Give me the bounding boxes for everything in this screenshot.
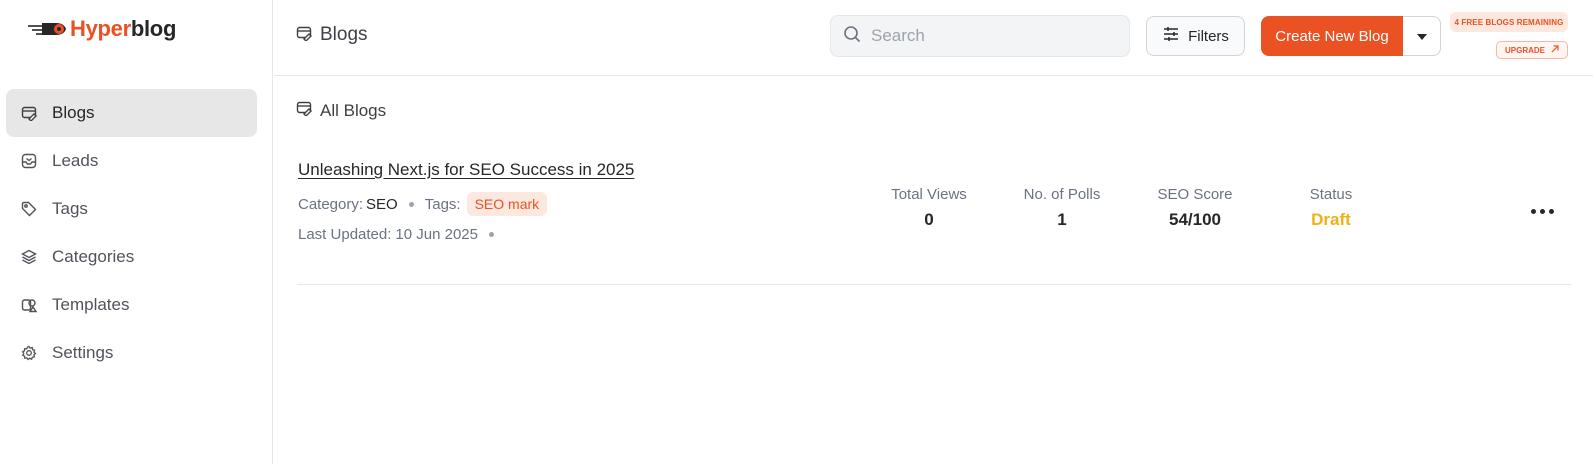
- dot: [1530, 208, 1536, 214]
- logo-text: Hyperblog: [70, 16, 176, 42]
- section-title: All Blogs: [296, 100, 386, 121]
- sidebar-item-label: Leads: [52, 151, 99, 170]
- free-blogs-remaining-badge: 4 FREE BLOGS REMAINING: [1450, 12, 1568, 32]
- sidebar-item-label: Tags: [52, 199, 88, 218]
- dot: [1539, 208, 1545, 214]
- blog-icon: [296, 25, 312, 46]
- blog-icon: [296, 100, 312, 121]
- blog-updated-row: Last Updated: 10 Jun 2025: [298, 226, 505, 243]
- sidebar-item-tags[interactable]: Tags: [6, 185, 257, 233]
- stat-label: No. of Polls: [1023, 186, 1101, 203]
- tag-icon: [20, 200, 38, 218]
- stat-label: Total Views: [891, 186, 967, 203]
- upgrade-button[interactable]: UPGRADE: [1496, 41, 1568, 59]
- blog-card[interactable]: Unleashing Next.js for SEO Success in 20…: [297, 144, 1572, 285]
- tag-badge: SEO mark: [466, 192, 548, 216]
- sidebar-item-templates[interactable]: Templates: [6, 281, 257, 329]
- stat-seo-score: SEO Score 54/100: [1155, 186, 1235, 230]
- template-icon: [20, 296, 38, 314]
- gear-icon: [20, 344, 38, 362]
- dot: [1548, 208, 1554, 214]
- page-title-label: Blogs: [320, 24, 368, 45]
- create-new-blog-button[interactable]: Create New Blog: [1261, 16, 1403, 56]
- stat-label: SEO Score: [1157, 186, 1233, 203]
- upgrade-label: UPGRADE: [1504, 45, 1545, 55]
- sidebar-item-label: Templates: [52, 295, 130, 314]
- updated-label: Last Updated:: [298, 226, 392, 243]
- blog-meta-row: Category: SEO Tags: SEO mark: [298, 192, 548, 216]
- blog-icon: [20, 104, 38, 122]
- stat-status: Status Draft: [1299, 186, 1363, 230]
- sidebar: Hyperblog Blogs Leads Tags Categories Te…: [0, 0, 273, 464]
- sidebar-item-categories[interactable]: Categories: [6, 233, 257, 281]
- inbox-icon: [20, 152, 38, 170]
- layers-icon: [20, 248, 38, 266]
- caret-down-icon: [1416, 27, 1427, 45]
- sidebar-item-leads[interactable]: Leads: [6, 137, 257, 185]
- section-title-label: All Blogs: [320, 100, 387, 120]
- category-label: Category:: [298, 195, 364, 213]
- search-icon: [843, 25, 861, 48]
- stat-total-views: Total Views 0: [889, 186, 969, 230]
- stat-value: 54/100: [1169, 210, 1221, 229]
- stat-value: 0: [924, 210, 934, 229]
- sidebar-item-label: Categories: [52, 247, 135, 266]
- updated-value: 10 Jun 2025: [395, 226, 478, 243]
- separator-dot: [408, 201, 414, 207]
- rocket-logo-icon: [26, 17, 70, 41]
- filters-button[interactable]: Filters: [1146, 16, 1245, 56]
- sidebar-nav: Blogs Leads Tags Categories Templates Se…: [6, 89, 257, 377]
- top-header: Blogs Filters Create New Blog 4 FREE BLO…: [274, 0, 1593, 76]
- search-box[interactable]: [830, 15, 1130, 57]
- more-options-icon[interactable]: [1522, 200, 1562, 222]
- sidebar-item-label: Settings: [52, 343, 114, 362]
- logo-text-hyper: Hyper: [70, 16, 131, 41]
- blog-title-link[interactable]: Unleashing Next.js for SEO Success in 20…: [298, 160, 634, 180]
- sliders-icon: [1162, 25, 1180, 48]
- category-value: SEO: [366, 195, 398, 213]
- stat-label: Status: [1309, 186, 1353, 203]
- page-title: Blogs: [296, 24, 368, 46]
- tags-label: Tags:: [424, 195, 461, 213]
- arrow-up-right-icon: [1551, 45, 1559, 55]
- logo[interactable]: Hyperblog: [26, 16, 176, 42]
- stat-value: 1: [1057, 210, 1067, 229]
- sidebar-item-label: Blogs: [52, 103, 95, 122]
- sidebar-item-blogs[interactable]: Blogs: [6, 89, 257, 137]
- separator-dot: [488, 232, 494, 237]
- filters-label: Filters: [1188, 27, 1229, 45]
- create-options-dropdown[interactable]: [1403, 16, 1441, 56]
- sidebar-item-settings[interactable]: Settings: [6, 329, 257, 377]
- logo-text-blog: blog: [130, 16, 177, 41]
- search-input[interactable]: [871, 26, 1111, 46]
- stat-no-of-polls: No. of Polls 1: [1017, 186, 1107, 230]
- status-badge: Draft: [1311, 210, 1351, 229]
